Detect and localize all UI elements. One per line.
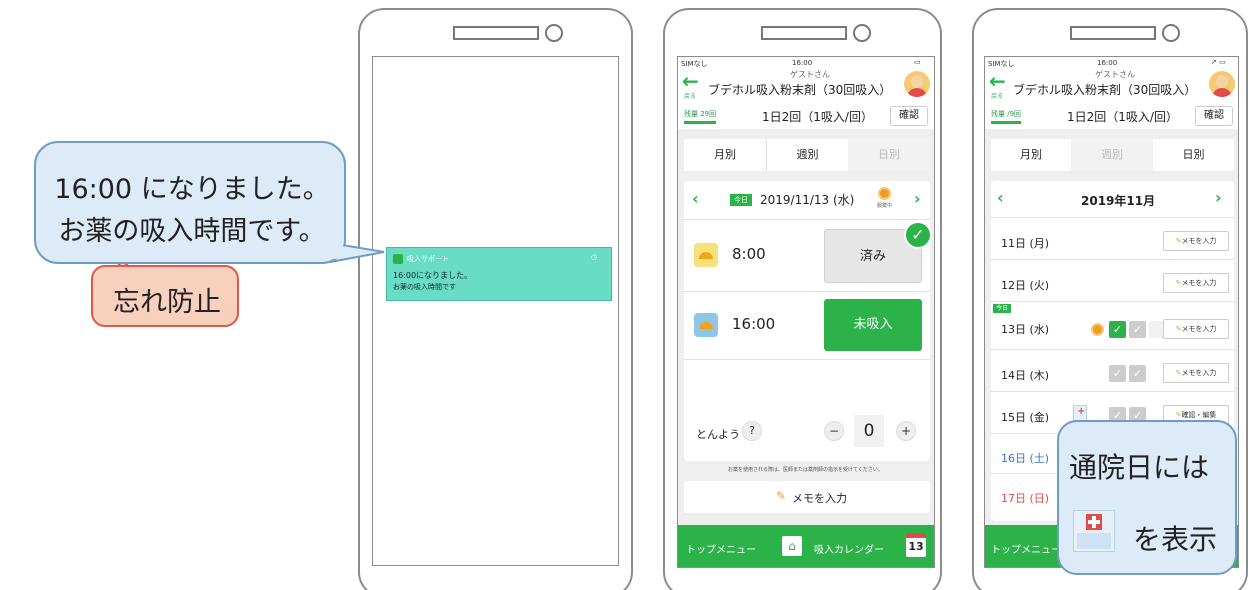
drug-title: ブデホル吸入粉末剤（30回吸入）: [1013, 83, 1197, 97]
footer-top-menu[interactable]: トップメニュー: [991, 541, 1061, 556]
calendar-icon[interactable]: 13: [906, 533, 926, 557]
dose-pending-icon: ✓: [1129, 321, 1146, 338]
remaining-count: 残量 29回: [684, 110, 717, 118]
dose-pending-icon: ✓: [1109, 365, 1126, 382]
divider: [684, 219, 930, 220]
calendar-row-date: 13日 (水): [1001, 323, 1050, 336]
dose-checked-icon: ✓: [1109, 321, 1126, 338]
next-month-icon[interactable]: ›: [1215, 188, 1222, 207]
status-carrier: SIMなし: [681, 60, 708, 68]
divider: [991, 391, 1234, 392]
calendar-row-date: 14日 (木): [1001, 369, 1050, 382]
row-memo-button[interactable]: ✎メモを入力: [1163, 319, 1229, 339]
minus-button[interactable]: −: [824, 421, 844, 441]
user-name: ゲストさん: [1095, 70, 1135, 79]
drug-title: ブデホル吸入粉末剤（30回吸入）: [708, 83, 892, 97]
hospital-callout-line1: 通院日には: [1069, 451, 1210, 484]
divider: [684, 291, 930, 292]
hospital-callout: 通院日には を表示: [1057, 420, 1237, 575]
tonyo-count[interactable]: 0: [854, 415, 884, 447]
tab-daily[interactable]: 日別: [848, 139, 930, 171]
forget-prevention-label: 忘れ防止: [113, 287, 221, 318]
divider: [991, 349, 1234, 350]
divider: [991, 217, 1234, 218]
confirm-button[interactable]: 確認: [1195, 106, 1233, 126]
today-badge: 今日: [993, 304, 1011, 313]
back-label[interactable]: 戻る: [991, 91, 1003, 100]
back-arrow-icon[interactable]: ←: [989, 71, 1006, 91]
hospital-icon: +: [1073, 405, 1087, 421]
row-memo-button[interactable]: ✎メモを入力: [1163, 231, 1229, 251]
remaining-bar: [684, 121, 716, 124]
row-memo-button[interactable]: ✎メモを入力: [1163, 273, 1229, 293]
calendar-row-date: 16日 (土): [1001, 452, 1050, 465]
frequency: 1日2回（1吸入/回）: [1067, 110, 1178, 124]
plus-button[interactable]: +: [896, 421, 916, 441]
battery-icon: ➚ ▭: [1211, 58, 1226, 66]
footer-calendar[interactable]: 吸入カレンダー: [814, 541, 884, 556]
check-icon: ✓: [904, 221, 932, 249]
morning-icon: [694, 243, 718, 267]
memo-button[interactable]: ✎ メモを入力: [684, 481, 930, 513]
month-title: 2019年11月: [1081, 194, 1156, 208]
tonyo-label: とんよう: [696, 428, 740, 441]
daily-date: 2019/11/13 (水): [760, 193, 855, 207]
battery-icon: ▭: [914, 58, 921, 66]
camera: [853, 24, 871, 42]
forget-prevention-badge: 忘れ防止: [91, 265, 239, 327]
tab-monthly[interactable]: 月別: [684, 139, 766, 171]
evening-time: 16:00: [732, 315, 776, 333]
avatar[interactable]: [904, 71, 930, 97]
avatar[interactable]: [1209, 71, 1235, 97]
morning-time: 8:00: [732, 245, 766, 263]
divider: [684, 359, 930, 360]
divider: [991, 259, 1234, 260]
pill-icon: [1091, 323, 1104, 336]
status-time: 16:00: [1097, 59, 1118, 67]
tab-daily[interactable]: 日別: [1153, 139, 1234, 171]
hospital-callout-icon: [1073, 510, 1115, 552]
status-carrier: SIMなし: [988, 60, 1015, 68]
confirm-button[interactable]: 確認: [890, 106, 928, 126]
user-name: ゲストさん: [790, 70, 830, 79]
today-badge: 今日: [730, 194, 752, 206]
back-arrow-icon[interactable]: ←: [682, 71, 699, 91]
tab-weekly[interactable]: 週別: [766, 139, 848, 171]
row-memo-button[interactable]: ✎メモを入力: [1163, 363, 1229, 383]
pill-label: 服薬中: [877, 203, 893, 209]
calendar-row-date: 12日 (火): [1001, 279, 1050, 292]
speaker: [761, 26, 847, 40]
phone-screen-2: SIMなし 16:00 ▭ ← 戻る ゲストさん ブデホル吸入粉末剤（30回吸入…: [677, 56, 935, 568]
pill-icon: [878, 187, 891, 200]
memo-label: メモを入力: [792, 492, 847, 505]
calendar-row-date: 15日 (金): [1001, 411, 1050, 424]
divider: [991, 301, 1234, 302]
calendar-icon-day: 13: [908, 540, 924, 553]
status-time: 16:00: [792, 59, 813, 67]
home-icon[interactable]: ⌂: [782, 536, 802, 556]
dose-pending-icon: ✓: [1129, 365, 1146, 382]
remaining-bar: [991, 121, 1021, 124]
evening-icon: [694, 313, 718, 337]
evening-dose-button[interactable]: 未吸入: [824, 299, 922, 351]
tab-monthly[interactable]: 月別: [991, 139, 1071, 171]
usage-notice: お薬を使用される際は、医師または薬剤師の指示を受けてください。: [728, 467, 883, 473]
back-label[interactable]: 戻る: [684, 91, 696, 100]
frequency: 1日2回（1吸入/回）: [762, 110, 873, 124]
hospital-callout-line2: を表示: [1133, 523, 1218, 556]
help-button[interactable]: ?: [742, 421, 762, 441]
camera: [1162, 24, 1180, 42]
calendar-row-date: 11日 (月): [1001, 237, 1050, 250]
prev-month-icon[interactable]: ‹: [997, 188, 1004, 207]
tab-weekly[interactable]: 週別: [1071, 139, 1153, 171]
speaker: [1070, 26, 1156, 40]
next-day-icon[interactable]: ›: [914, 189, 921, 208]
calendar-row-date: 17日 (日): [1001, 492, 1050, 505]
prev-day-icon[interactable]: ‹: [692, 189, 699, 208]
remaining-count: 残量 /9回: [991, 110, 1022, 118]
pencil-icon: ✎: [776, 489, 787, 503]
footer-top-menu[interactable]: トップメニュー: [686, 541, 756, 556]
